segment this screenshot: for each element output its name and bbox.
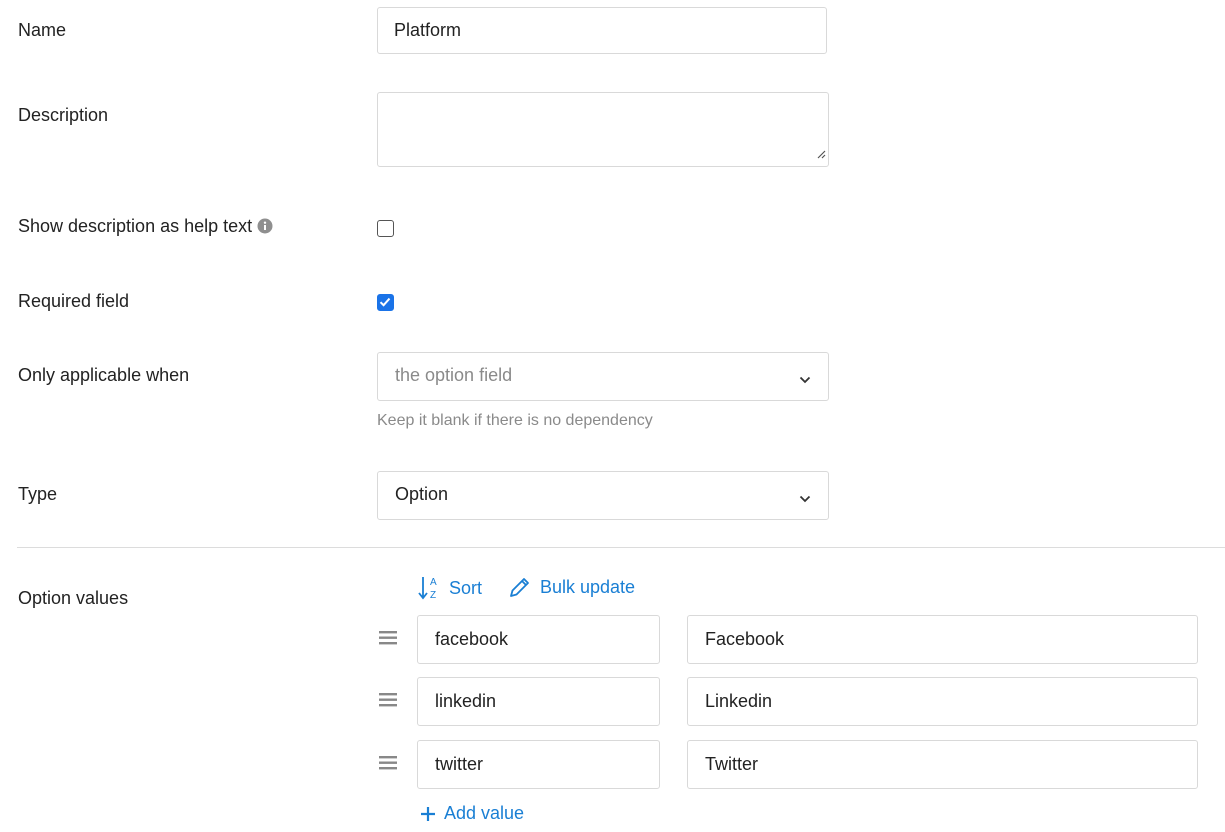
svg-text:Z: Z — [430, 590, 436, 601]
show-description-label: Show description as help text — [18, 216, 273, 239]
type-select[interactable]: Option — [377, 471, 829, 520]
applicable-placeholder: the option field — [395, 365, 513, 385]
resize-handle-icon[interactable] — [816, 146, 826, 164]
sort-label: Sort — [449, 577, 483, 598]
applicable-hint: Keep it blank if there is no dependency — [377, 412, 653, 429]
sort-button[interactable]: A Z Sort — [417, 575, 482, 601]
pencil-icon — [510, 578, 529, 597]
option-label-input[interactable]: Twitter — [687, 740, 1198, 789]
plus-icon — [421, 806, 435, 821]
chevron-down-icon — [799, 490, 811, 508]
type-label: Type — [18, 484, 58, 504]
applicable-select[interactable]: the option field — [377, 352, 829, 401]
add-value-label: Add value — [444, 803, 525, 823]
check-icon — [379, 297, 391, 307]
bulk-update-button[interactable]: Bulk update — [508, 575, 635, 599]
option-label-input[interactable]: Linkedin — [687, 677, 1198, 726]
chevron-down-icon — [799, 371, 811, 389]
description-label: Description — [18, 105, 109, 125]
option-values-label: Option values — [18, 588, 129, 608]
show-description-text: Show description as help text — [18, 216, 253, 236]
option-key-input[interactable]: facebook — [417, 615, 660, 664]
bulk-update-label: Bulk update — [540, 576, 636, 597]
description-textarea[interactable] — [377, 92, 829, 167]
name-input[interactable]: Platform — [377, 7, 827, 54]
show-description-checkbox[interactable] — [377, 220, 394, 237]
type-value: Option — [395, 484, 449, 504]
add-value-button[interactable]: Add value — [420, 803, 524, 824]
required-label: Required field — [18, 291, 130, 311]
drag-handle-icon[interactable] — [379, 631, 397, 650]
required-checkbox[interactable] — [377, 294, 394, 311]
drag-handle-icon[interactable] — [379, 693, 397, 712]
option-key-input[interactable]: twitter — [417, 740, 660, 789]
option-label-input[interactable]: Facebook — [687, 615, 1198, 664]
name-label: Name — [18, 20, 67, 40]
sort-az-icon: A Z — [418, 577, 437, 601]
info-icon[interactable] — [257, 218, 273, 239]
applicable-label: Only applicable when — [18, 365, 190, 385]
svg-text:A: A — [430, 577, 437, 588]
drag-handle-icon[interactable] — [379, 756, 397, 775]
section-divider — [17, 547, 1225, 548]
option-key-input[interactable]: linkedin — [417, 677, 660, 726]
